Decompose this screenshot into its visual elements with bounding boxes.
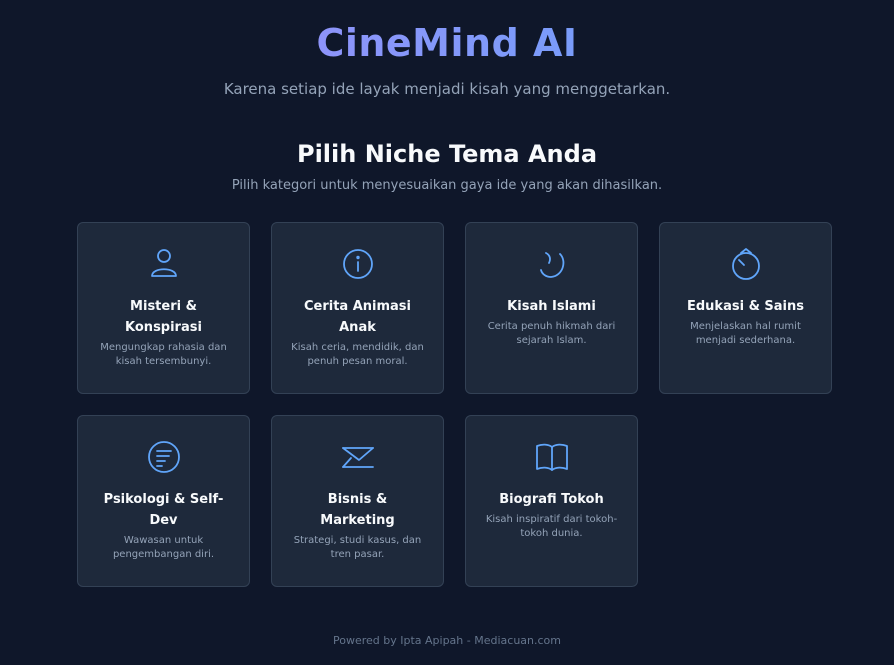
card-description: Cerita penuh hikmah dari sejarah Islam.: [487, 321, 616, 346]
niche-card-psikologi[interactable]: Psikologi & Self-Dev Wawasan untuk penge…: [77, 415, 250, 587]
niche-grid: Misteri & Konspirasi Mengungkap rahasia …: [77, 222, 833, 587]
card-title: Edukasi & Sains: [686, 299, 805, 314]
flask-icon: [727, 245, 765, 283]
card-description: Wawasan untuk pengembangan diri.: [112, 535, 215, 560]
niche-card-misteri[interactable]: Misteri & Konspirasi Mengungkap rahasia …: [77, 222, 250, 394]
card-title: Biografi Tokoh: [499, 492, 604, 507]
app-title: CineMind AI: [0, 20, 894, 66]
niche-card-islami[interactable]: Kisah Islami Cerita penuh hikmah dari se…: [465, 222, 638, 394]
section-subtitle: Pilih kategori untuk menyesuaikan gaya i…: [231, 178, 663, 193]
niche-card-animasi[interactable]: Cerita Animasi Anak Kisah ceria, mendidi…: [271, 222, 444, 394]
card-description: Menjelaskan hal rumit menjadi sederhana.: [690, 321, 801, 346]
card-description: Kisah ceria, mendidik, dan penuh pesan m…: [291, 342, 424, 367]
card-description: Mengungkap rahasia dan kisah tersembunyi…: [100, 342, 227, 367]
section-title: Pilih Niche Tema Anda: [296, 140, 598, 168]
card-description: Strategi, studi kasus, dan tren pasar.: [293, 535, 422, 560]
user-icon: [145, 245, 183, 283]
chart-arrow-icon: [339, 438, 377, 476]
crescent-icon: [533, 245, 571, 283]
card-title: Cerita Animasi Anak: [303, 299, 412, 335]
card-description: Kisah inspiratif dari tokoh-tokoh dunia.: [485, 514, 618, 539]
card-title: Psikologi & Self-Dev: [103, 492, 224, 528]
header: CineMind AI Karena setiap ide layak menj…: [0, 0, 894, 98]
card-title: Kisah Islami: [507, 299, 596, 314]
card-title: Misteri & Konspirasi: [125, 299, 202, 335]
niche-card-bisnis[interactable]: Bisnis & Marketing Strategi, studi kasus…: [271, 415, 444, 587]
niche-card-biografi[interactable]: Biografi Tokoh Kisah inspiratif dari tok…: [465, 415, 638, 587]
niche-card-edukasi[interactable]: Edukasi & Sains Menjelaskan hal rumit me…: [659, 222, 832, 394]
card-title: Bisnis & Marketing: [320, 492, 395, 528]
book-icon: [533, 438, 571, 476]
info-icon: [339, 245, 377, 283]
footer-credit: Powered by Ipta Apipah - Mediacuan.com: [332, 634, 561, 647]
tagline: Karena setiap ide layak menjadi kisah ya…: [223, 80, 671, 98]
list-circle-icon: [145, 438, 183, 476]
